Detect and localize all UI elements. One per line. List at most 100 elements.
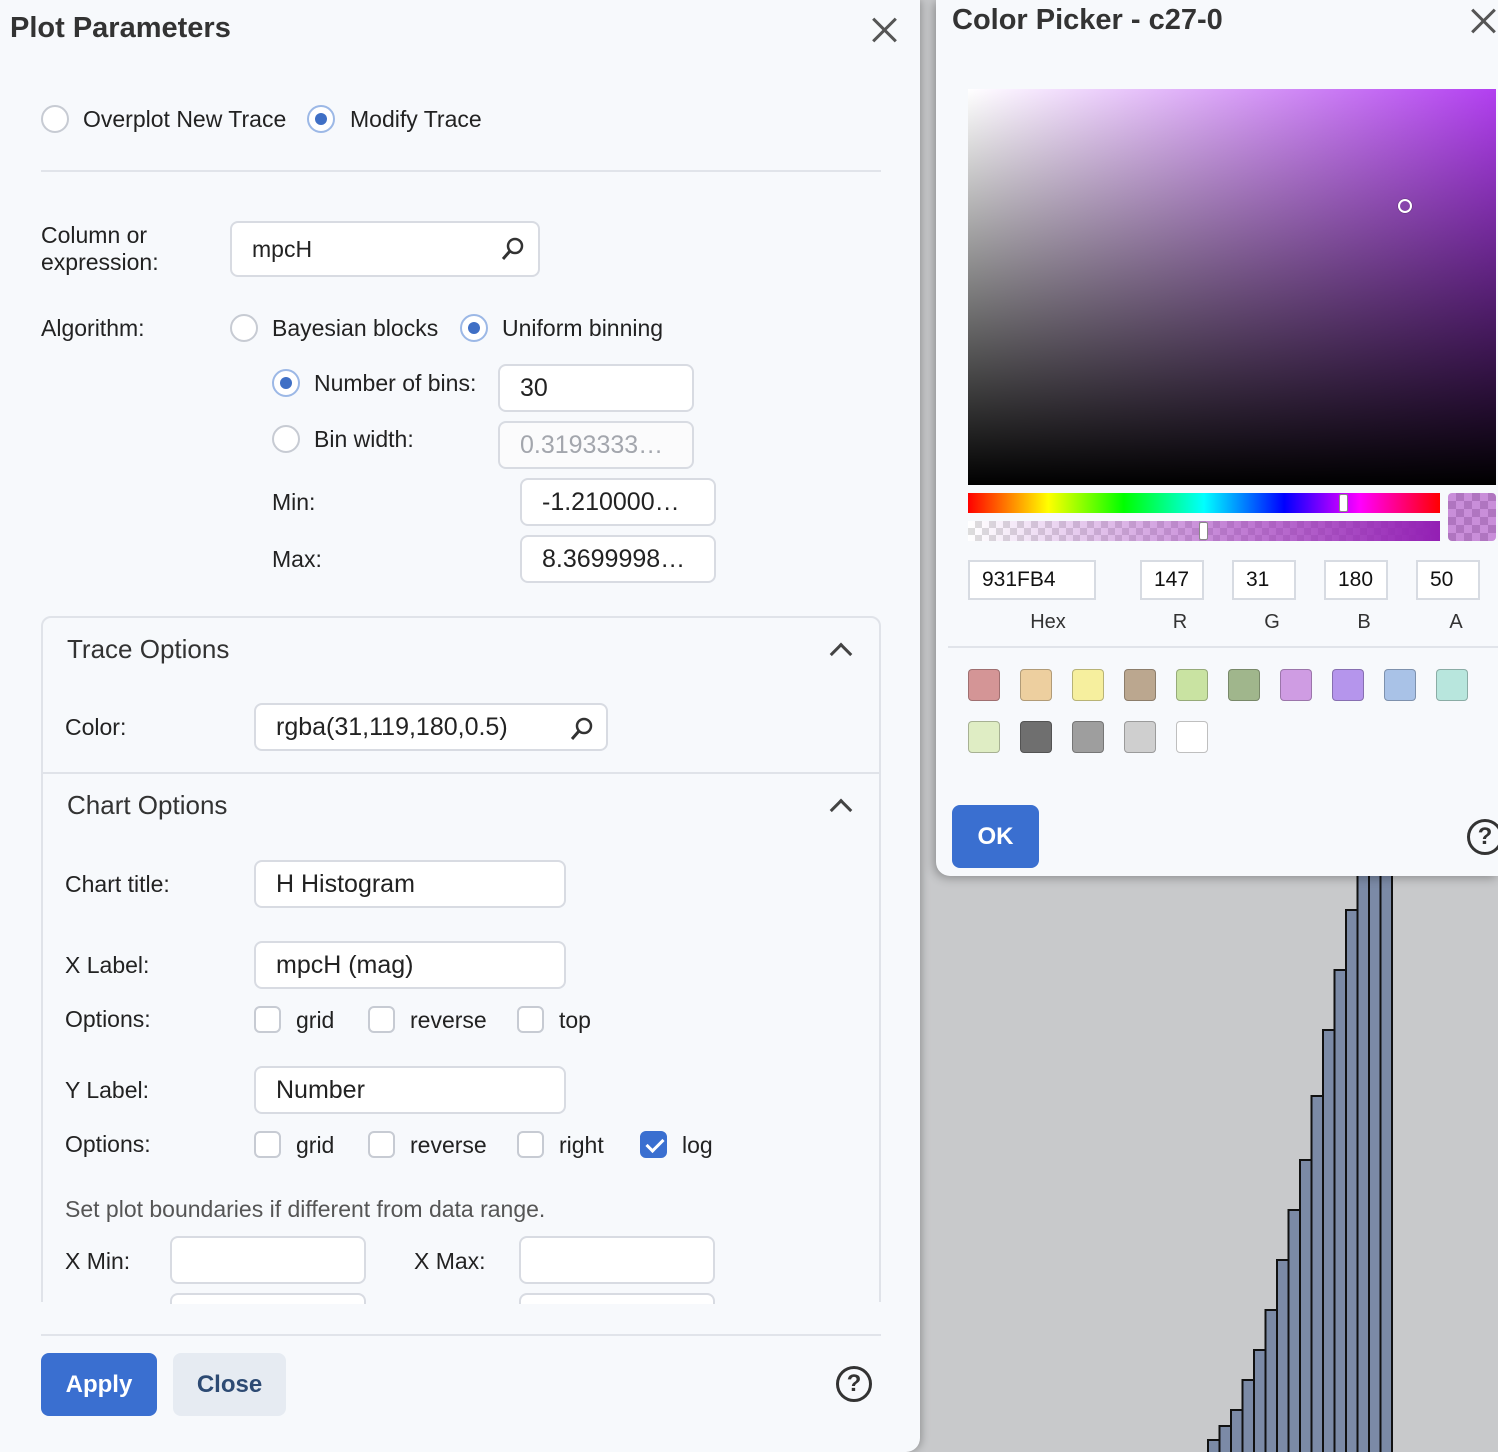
y-right-checkbox[interactable] xyxy=(517,1131,544,1158)
min-label: Min: xyxy=(272,489,316,515)
min-input[interactable]: -1.210000… xyxy=(520,478,716,526)
chevron-up-icon[interactable] xyxy=(829,642,853,666)
x-grid-checkbox[interactable] xyxy=(254,1006,281,1033)
color-swatch[interactable] xyxy=(1436,669,1468,701)
divider xyxy=(41,170,881,172)
algorithm-label: Algorithm: xyxy=(41,315,145,341)
histogram-bar xyxy=(1368,860,1382,1452)
r-caption: R xyxy=(1172,611,1188,633)
chart-options-title[interactable]: Chart Options xyxy=(67,790,227,821)
trace-options-panel: Trace Options Color: rgba(31,119,180,0.5… xyxy=(41,616,881,774)
b-caption: B xyxy=(1357,611,1371,633)
x-label-input[interactable]: mpcH (mag) xyxy=(254,941,566,989)
color-swatch[interactable] xyxy=(1176,721,1208,753)
modify-trace-radio[interactable] xyxy=(307,105,335,133)
color-swatch[interactable] xyxy=(1384,669,1416,701)
x-reverse-label: reverse xyxy=(410,1007,487,1033)
color-swatch[interactable] xyxy=(968,721,1000,753)
color-swatch[interactable] xyxy=(1072,721,1104,753)
histogram-bar xyxy=(1207,1439,1221,1452)
y-log-label: log xyxy=(682,1132,713,1158)
chart-options-panel: Chart Options Chart title: H Histogram X… xyxy=(41,772,881,1304)
a-input[interactable]: 50 xyxy=(1416,560,1480,600)
hex-input[interactable]: 931FB4 xyxy=(968,560,1096,600)
x-options-label: Options: xyxy=(65,1006,151,1032)
y-options-label: Options: xyxy=(65,1131,151,1157)
search-icon[interactable] xyxy=(500,236,526,262)
histogram-bar xyxy=(1241,1379,1255,1452)
modify-trace-label: Modify Trace xyxy=(350,106,482,132)
g-input[interactable]: 31 xyxy=(1232,560,1296,600)
y-grid-label: grid xyxy=(296,1132,335,1158)
help-icon[interactable]: ? xyxy=(836,1366,872,1402)
color-picker-dialog: Color Picker - c27-0 931FB4 147 31 180 5… xyxy=(936,0,1498,876)
bin-width-radio[interactable] xyxy=(272,425,300,453)
close-icon[interactable] xyxy=(869,14,899,44)
color-swatch[interactable] xyxy=(1020,669,1052,701)
num-bins-input[interactable]: 30 xyxy=(498,364,694,412)
max-input[interactable]: 8.3699998… xyxy=(520,535,716,583)
color-preview xyxy=(1448,493,1496,541)
background-histogram xyxy=(1207,860,1393,1452)
b-input[interactable]: 180 xyxy=(1324,560,1388,600)
y-label-input[interactable]: Number xyxy=(254,1066,566,1114)
dialog-title: Plot Parameters xyxy=(10,12,231,44)
num-bins-radio[interactable] xyxy=(272,369,300,397)
color-swatch[interactable] xyxy=(1176,669,1208,701)
hex-caption: Hex xyxy=(1030,611,1066,633)
column-label-2: expression: xyxy=(41,249,159,275)
bin-width-label: Bin width: xyxy=(314,426,414,452)
trace-options-title[interactable]: Trace Options xyxy=(67,634,229,665)
histogram-bar xyxy=(1264,1309,1278,1452)
y-grid-checkbox[interactable] xyxy=(254,1131,281,1158)
chart-title-input[interactable]: H Histogram xyxy=(254,860,566,908)
saturation-value-area[interactable] xyxy=(968,89,1496,485)
y-min-input[interactable] xyxy=(170,1293,366,1304)
hue-slider[interactable] xyxy=(968,493,1440,513)
color-input[interactable]: rgba(31,119,180,0.5) xyxy=(254,703,608,751)
alpha-slider-thumb[interactable] xyxy=(1199,522,1208,540)
close-icon[interactable] xyxy=(1468,5,1498,35)
help-icon[interactable]: ? xyxy=(1467,819,1498,855)
color-swatch[interactable] xyxy=(1228,669,1260,701)
search-icon[interactable] xyxy=(569,716,595,742)
uniform-radio[interactable] xyxy=(460,314,488,342)
color-swatch[interactable] xyxy=(1020,721,1052,753)
y-max-input[interactable] xyxy=(519,1293,715,1304)
column-input[interactable]: mpcH xyxy=(230,221,540,277)
y-reverse-checkbox[interactable] xyxy=(368,1131,395,1158)
histogram-bar xyxy=(1230,1409,1244,1452)
close-button[interactable]: Close xyxy=(173,1353,286,1416)
apply-button[interactable]: Apply xyxy=(41,1353,157,1416)
overplot-radio[interactable] xyxy=(41,105,69,133)
x-max-input[interactable] xyxy=(519,1236,715,1284)
hue-slider-thumb[interactable] xyxy=(1339,494,1348,512)
r-input[interactable]: 147 xyxy=(1140,560,1204,600)
plot-parameters-dialog: Plot Parameters Overplot New Trace Modif… xyxy=(0,0,920,1452)
color-picker-title: Color Picker - c27-0 xyxy=(952,4,1223,36)
x-min-label: X Min: xyxy=(65,1248,131,1274)
ok-button[interactable]: OK xyxy=(952,805,1039,868)
y-right-label: right xyxy=(559,1132,604,1158)
x-reverse-checkbox[interactable] xyxy=(368,1006,395,1033)
color-swatch[interactable] xyxy=(1124,721,1156,753)
y-log-checkbox[interactable] xyxy=(640,1131,667,1158)
histogram-bar xyxy=(1276,1259,1290,1452)
x-max-label: X Max: xyxy=(414,1248,486,1274)
color-swatch[interactable] xyxy=(1280,669,1312,701)
overplot-label: Overplot New Trace xyxy=(83,106,287,132)
color-swatch[interactable] xyxy=(968,669,1000,701)
x-min-input[interactable] xyxy=(170,1236,366,1284)
x-top-checkbox[interactable] xyxy=(517,1006,544,1033)
color-swatch[interactable] xyxy=(1332,669,1364,701)
histogram-bar xyxy=(1379,860,1393,1452)
histogram-bar xyxy=(1287,1209,1301,1452)
bayesian-radio[interactable] xyxy=(230,314,258,342)
color-cursor[interactable] xyxy=(1398,199,1412,213)
chevron-up-icon[interactable] xyxy=(829,798,853,822)
color-swatch[interactable] xyxy=(1124,669,1156,701)
bin-width-input[interactable]: 0.3193333… xyxy=(498,421,694,469)
x-label-label: X Label: xyxy=(65,952,150,978)
num-bins-label: Number of bins: xyxy=(314,370,477,396)
color-swatch[interactable] xyxy=(1072,669,1104,701)
